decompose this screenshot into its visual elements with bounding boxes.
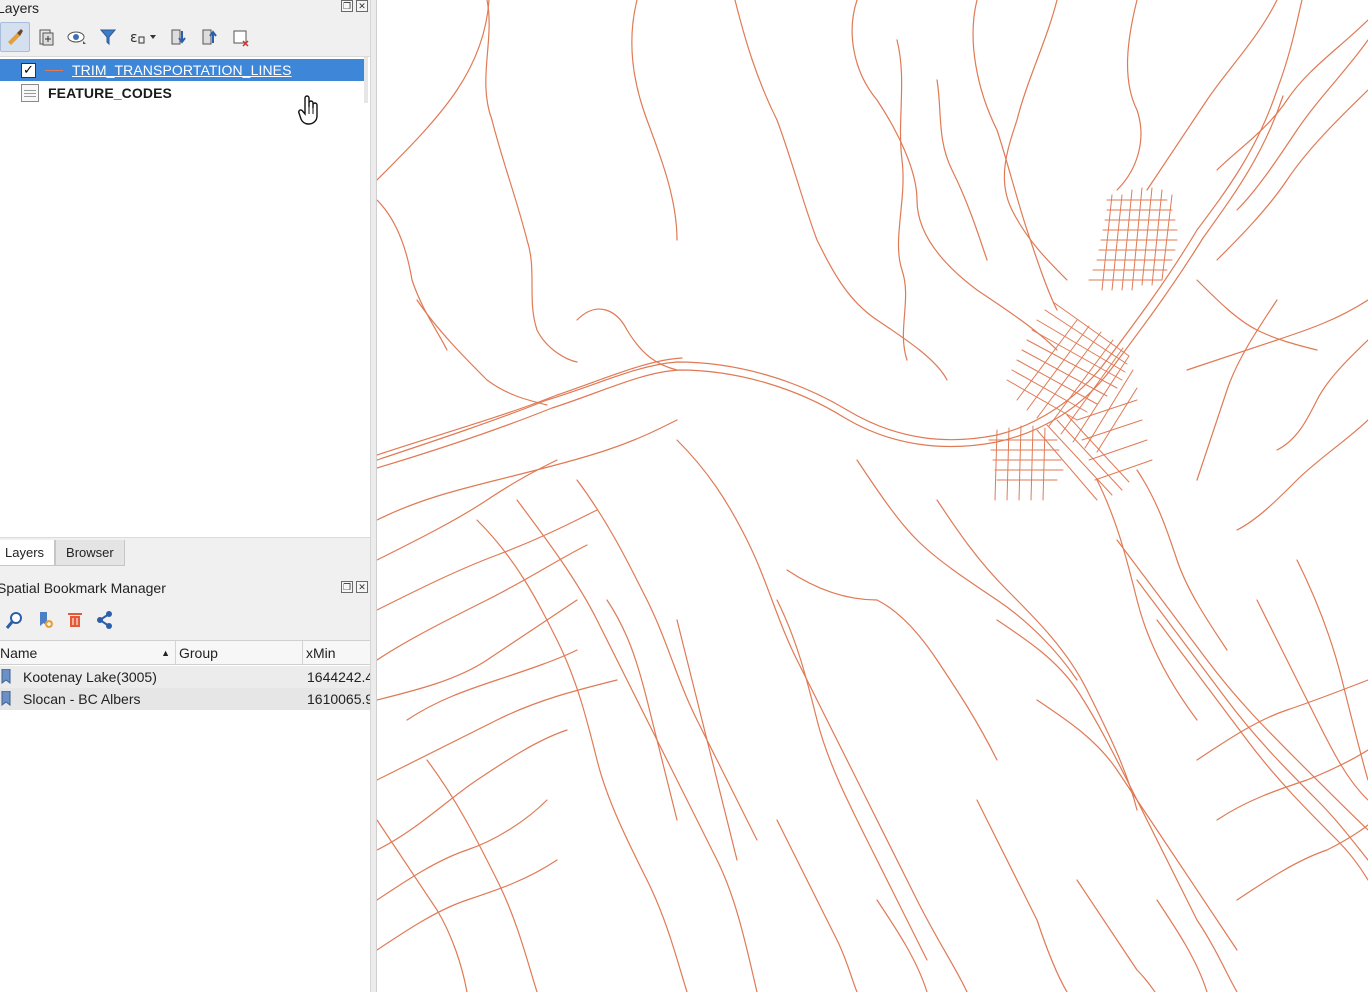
bookmark-table-header: Name ▲ Group xMin [0,641,370,665]
bookmark-name: Slocan - BC Albers [23,691,141,707]
transportation-lines-map [377,0,1368,992]
visibility-eye-icon[interactable] [62,22,92,52]
filter-funnel-icon[interactable] [93,22,123,52]
sort-ascending-icon: ▲ [161,648,170,658]
float-panel-icon[interactable]: ❐ [341,0,353,12]
bookmark-manager-title: Spatial Bookmark Manager [0,580,166,596]
bookmark-icon [1,669,11,684]
layer-visibility-checkbox[interactable]: ✓ [21,62,36,78]
layers-dock-buttons: ❐ ✕ [341,0,368,16]
left-dock-area: Layers ❐ ✕ ε ✓ TRIM_TRANSPORTATION_LINES… [0,0,370,992]
remove-layer-icon[interactable] [225,22,255,52]
float-panel-icon[interactable]: ❐ [341,581,353,593]
expression-filter-icon[interactable]: ε [124,22,162,52]
bookmark-xmin: 1610065.9 [307,691,370,707]
column-header-name[interactable]: Name ▲ [0,641,176,665]
collapse-all-icon[interactable] [194,22,224,52]
share-bookmark-icon[interactable] [90,607,119,633]
close-panel-icon[interactable]: ✕ [356,581,368,593]
layer-name: TRIM_TRANSPORTATION_LINES [72,62,292,78]
layers-toolbar: ε [0,20,370,54]
layer-tree-scrollbar[interactable] [364,57,368,103]
dock-tabs: Layers Browser [0,540,370,567]
table-row[interactable]: Kootenay Lake(3005) 1644242.4 [0,666,370,688]
bookmark-group [179,666,299,688]
layer-row-trim-transportation-lines[interactable]: ✓ TRIM_TRANSPORTATION_LINES [0,59,366,81]
bookmark-table[interactable]: Name ▲ Group xMin Kootenay Lake(3005) 16… [0,640,370,992]
bookmark-group [179,688,299,710]
tab-layers[interactable]: Layers [0,540,56,566]
zoom-to-bookmark-icon[interactable] [0,607,29,633]
dock-splitter[interactable] [370,0,377,992]
delete-bookmark-icon[interactable] [60,607,89,633]
bookmark-icon [1,691,11,706]
bookmark-dock-buttons: ❐ ✕ [341,581,368,597]
hand-cursor-icon [297,94,321,131]
style-paint-icon[interactable] [0,22,30,52]
add-bookmark-icon[interactable] [30,607,59,633]
table-row[interactable]: Slocan - BC Albers 1610065.9 [0,688,370,710]
column-header-xmin[interactable]: xMin [303,641,370,665]
bookmark-name: Kootenay Lake(3005) [23,669,157,685]
table-icon [21,84,39,102]
expand-all-icon[interactable] [163,22,193,52]
bookmark-toolbar [0,606,370,634]
bookmark-xmin: 1644242.4 [307,669,370,685]
town-grid [988,187,1178,501]
column-name-label: Name [0,645,38,661]
road-network [377,0,1368,992]
close-panel-icon[interactable]: ✕ [356,0,368,12]
map-canvas[interactable] [377,0,1368,992]
line-symbol-icon [45,69,63,71]
layer-name: FEATURE_CODES [48,85,172,101]
add-group-icon[interactable] [31,22,61,52]
tab-browser[interactable]: Browser [55,540,125,566]
layers-panel-title: Layers [0,0,40,16]
column-header-group[interactable]: Group [176,641,303,665]
svg-text:ε: ε [130,30,138,46]
